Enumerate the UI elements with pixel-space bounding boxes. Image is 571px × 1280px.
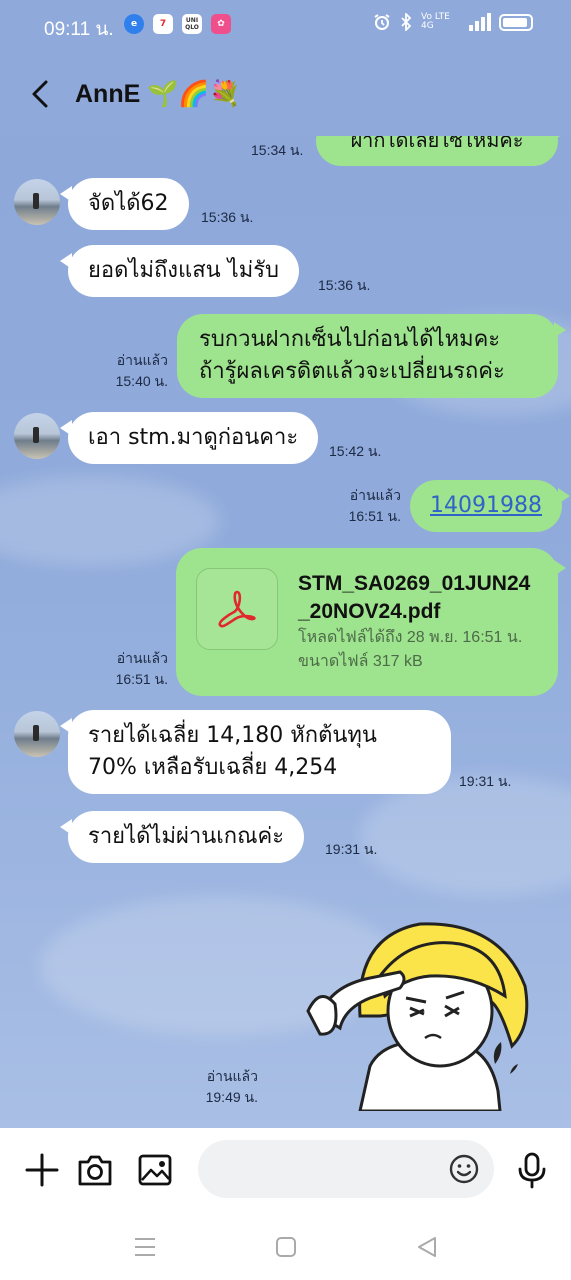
message-time: 16:51 น. — [115, 671, 168, 687]
pdf-file-icon — [196, 568, 278, 650]
bluetooth-icon — [401, 13, 412, 31]
status-system-icons: Vo LTE 4G — [373, 13, 533, 31]
seven-eleven-icon: 7 — [153, 14, 173, 34]
contact-avatar[interactable] — [14, 413, 60, 459]
microphone-icon[interactable] — [512, 1150, 552, 1190]
contact-avatar[interactable] — [14, 179, 60, 225]
read-receipt: อ่านแล้ว 15:40 น. — [100, 350, 168, 392]
contact-name[interactable]: AnnE 🌱🌈💐 — [75, 80, 241, 109]
message-text-line: รบกวนฝากเซ็นไปก่อนได้ไหมคะ — [199, 327, 501, 352]
image-icon[interactable] — [135, 1150, 175, 1190]
network-label: Vo LTE 4G — [421, 12, 450, 31]
chat-message-list[interactable]: 15:34 น. ฝากได้เลยไซ้ไหมคะ จัดได้62 15:3… — [0, 136, 571, 1128]
chat-header: AnnE 🌱🌈💐 — [0, 52, 571, 136]
read-receipt: อ่านแล้ว 16:51 น. — [333, 485, 401, 527]
salute-blonde-character-sticker[interactable] — [300, 916, 535, 1111]
message-text: ยอดไม่ถึงแสน ไม่รับ — [88, 258, 280, 283]
message-time: 15:34 น. — [251, 142, 304, 158]
chat-bubble-incoming[interactable]: รายได้ไม่ผ่านเกณค่ะ — [59, 811, 305, 863]
file-name-line: _20NOV24.pdf — [298, 600, 441, 623]
message-text: รายได้ไม่ผ่านเกณค่ะ — [88, 824, 285, 849]
message-input-bar — [0, 1128, 571, 1214]
read-receipt: อ่านแล้ว 16:51 น. — [100, 648, 168, 690]
contact-avatar[interactable] — [14, 711, 60, 757]
message-text: ฝากได้เลยไซ้ไหมคะ — [350, 136, 524, 152]
file-name-line: STM_SA0269_01JUN24 — [298, 572, 531, 595]
recent-apps-icon[interactable] — [132, 1234, 158, 1260]
plus-icon[interactable] — [22, 1150, 62, 1190]
file-attachment-bubble[interactable]: STM_SA0269_01JUN24 _20NOV24.pdf โหลดไฟล์… — [176, 548, 566, 696]
back-arrow-icon[interactable] — [26, 76, 56, 112]
message-text: เอา stm.มาดูก่อนคาะ — [88, 425, 299, 450]
message-time: 15:40 น. — [115, 373, 168, 389]
chat-bubble-outgoing[interactable]: 14091988 — [410, 480, 570, 532]
battery-icon — [499, 13, 533, 31]
chat-bubble-incoming[interactable]: ยอดไม่ถึงแสน ไม่รับ — [59, 245, 300, 297]
alarm-icon — [374, 14, 390, 30]
file-name: STM_SA0269_01JUN24 _20NOV24.pdf — [298, 570, 530, 626]
message-text-line: รายได้เฉลี่ย 14,180 หักต้นทุน — [88, 723, 377, 748]
edge-browser-icon: e — [124, 14, 144, 34]
message-input[interactable] — [216, 1154, 446, 1184]
chat-bubble-incoming[interactable]: จัดได้62 — [60, 178, 189, 230]
message-time: 15:36 น. — [318, 277, 371, 293]
signal-icon — [469, 13, 491, 31]
message-text-line: 70% เหลือรับเฉลี่ย 4,254 — [88, 755, 338, 780]
read-status: อ่านแล้ว — [349, 487, 401, 503]
chat-bubble-incoming[interactable]: รายได้เฉลี่ย 14,180 หักต้นทุน 70% เหลือร… — [60, 710, 451, 794]
status-bar: 09:11 น. e 7 UNI QLO ✿ Vo LTE 4G — [0, 0, 571, 52]
message-text-field[interactable] — [198, 1140, 494, 1198]
back-icon[interactable] — [414, 1234, 440, 1260]
message-time: 16:51 น. — [348, 508, 401, 524]
read-status: อ่านแล้ว — [206, 1068, 258, 1084]
message-time: 19:31 น. — [325, 841, 378, 857]
message-time: 19:31 น. — [459, 773, 512, 789]
message-time: 19:49 น. — [205, 1089, 258, 1105]
home-icon[interactable] — [273, 1234, 299, 1260]
chat-bubble-outgoing[interactable]: รบกวนฝากเซ็นไปก่อนได้ไหมคะ ถ้ารู้ผลเครดิ… — [177, 314, 566, 398]
message-time: 15:42 น. — [329, 443, 382, 459]
file-download-expiry: โหลดไฟล์ได้ถึง 28 พ.ย. 16:51 น. — [298, 629, 523, 646]
message-text: จัดได้62 — [88, 191, 169, 216]
read-receipt: อ่านแล้ว 19:49 น. — [190, 1066, 258, 1108]
message-text-line: ถ้ารู้ผลเครดิตแล้วจะเปลี่ยนรถค่ะ — [199, 359, 505, 384]
message-time: 15:36 น. — [201, 209, 254, 225]
chat-bubble-outgoing[interactable]: ฝากได้เลยไซ้ไหมคะ — [316, 136, 566, 166]
camera-icon[interactable] — [75, 1150, 115, 1190]
status-time: 09:11 น. — [44, 19, 114, 40]
status-notification-icons: e 7 UNI QLO ✿ — [124, 14, 231, 34]
emoji-icon[interactable] — [448, 1153, 480, 1185]
read-status: อ่านแล้ว — [116, 352, 168, 368]
file-info: โหลดไฟล์ได้ถึง 28 พ.ย. 16:51 น. ขนาดไฟล์… — [298, 626, 522, 674]
system-navigation-bar — [0, 1214, 571, 1280]
message-link[interactable]: 14091988 — [430, 493, 542, 518]
read-status: อ่านแล้ว — [116, 650, 168, 666]
file-size: ขนาดไฟล์ 317 kB — [298, 653, 423, 670]
line-chat-screen: 09:11 น. e 7 UNI QLO ✿ Vo LTE 4G AnnE 🌱🌈… — [0, 0, 571, 1280]
uniqlo-icon: UNI QLO — [182, 14, 202, 34]
chat-bubble-incoming[interactable]: เอา stm.มาดูก่อนคาะ — [59, 412, 319, 464]
pink-app-icon: ✿ — [211, 14, 231, 34]
